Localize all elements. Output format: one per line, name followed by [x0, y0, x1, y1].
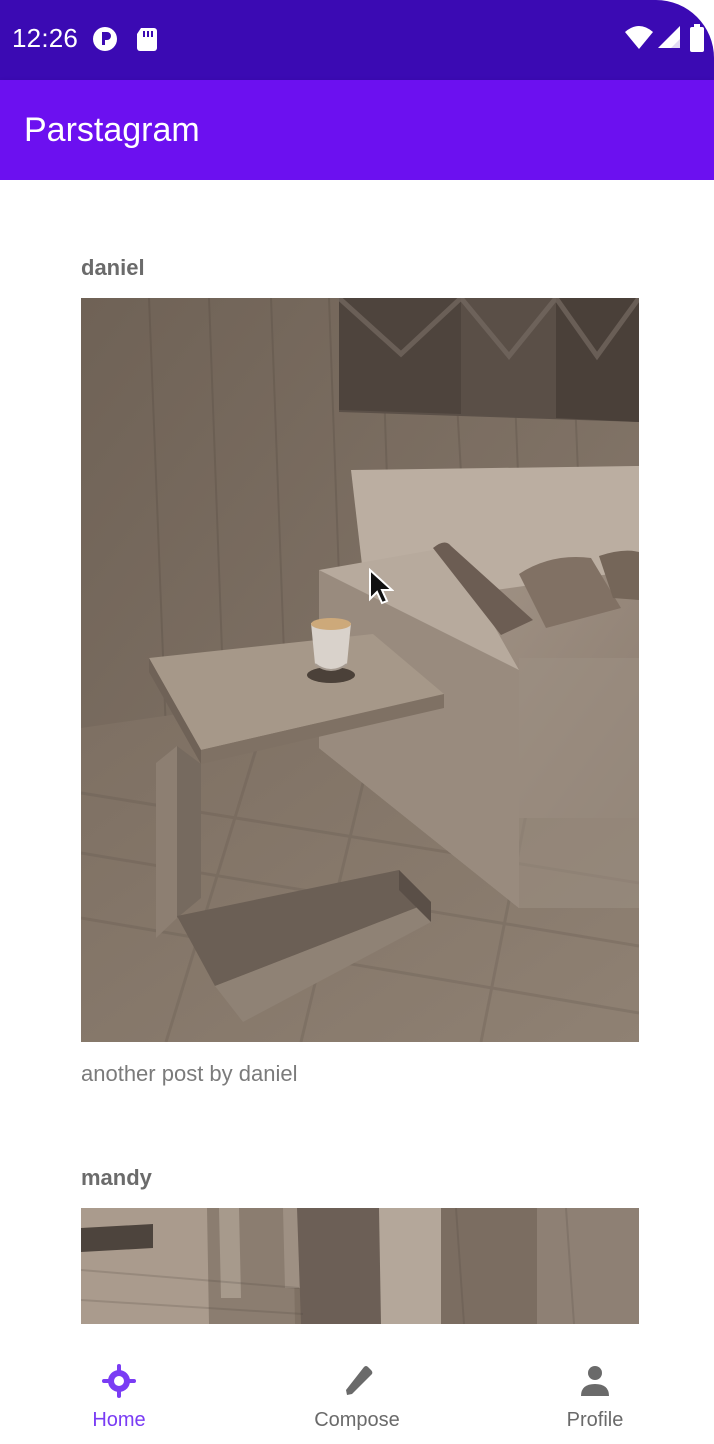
bottom-navigation: Home Compose Profile [0, 1326, 714, 1444]
signal-icon [658, 26, 680, 48]
status-time: 12:26 [12, 23, 79, 53]
app-title: Parstagram [24, 111, 200, 149]
nav-compose[interactable]: Compose [238, 1326, 476, 1444]
pencil-icon [346, 1366, 373, 1395]
person-icon [581, 1366, 609, 1396]
battery-icon [690, 24, 704, 52]
nav-home-label: Home [92, 1409, 146, 1431]
phone-screen: 12:26 Parstagram daniel another post by … [0, 0, 714, 1444]
post-feed[interactable]: daniel another post by daniel mandy [0, 180, 714, 1326]
nav-profile-label: Profile [566, 1409, 624, 1431]
mouse-cursor-icon [369, 568, 394, 605]
status-bar: 12:26 [0, 0, 714, 80]
nav-home[interactable]: Home [0, 1326, 238, 1444]
nav-profile[interactable]: Profile [476, 1326, 714, 1444]
post-caption: another post by daniel [81, 1061, 298, 1086]
wifi-icon [625, 26, 653, 49]
post-username[interactable]: daniel [81, 254, 145, 282]
app-toolbar: Parstagram [0, 80, 714, 180]
home-target-icon [102, 1364, 136, 1398]
parse-icon [93, 27, 117, 51]
sd-card-icon [137, 28, 157, 51]
post-image[interactable] [81, 1208, 639, 1324]
post-image[interactable] [81, 298, 639, 1042]
nav-compose-label: Compose [314, 1409, 400, 1431]
post-username[interactable]: mandy [81, 1164, 152, 1192]
